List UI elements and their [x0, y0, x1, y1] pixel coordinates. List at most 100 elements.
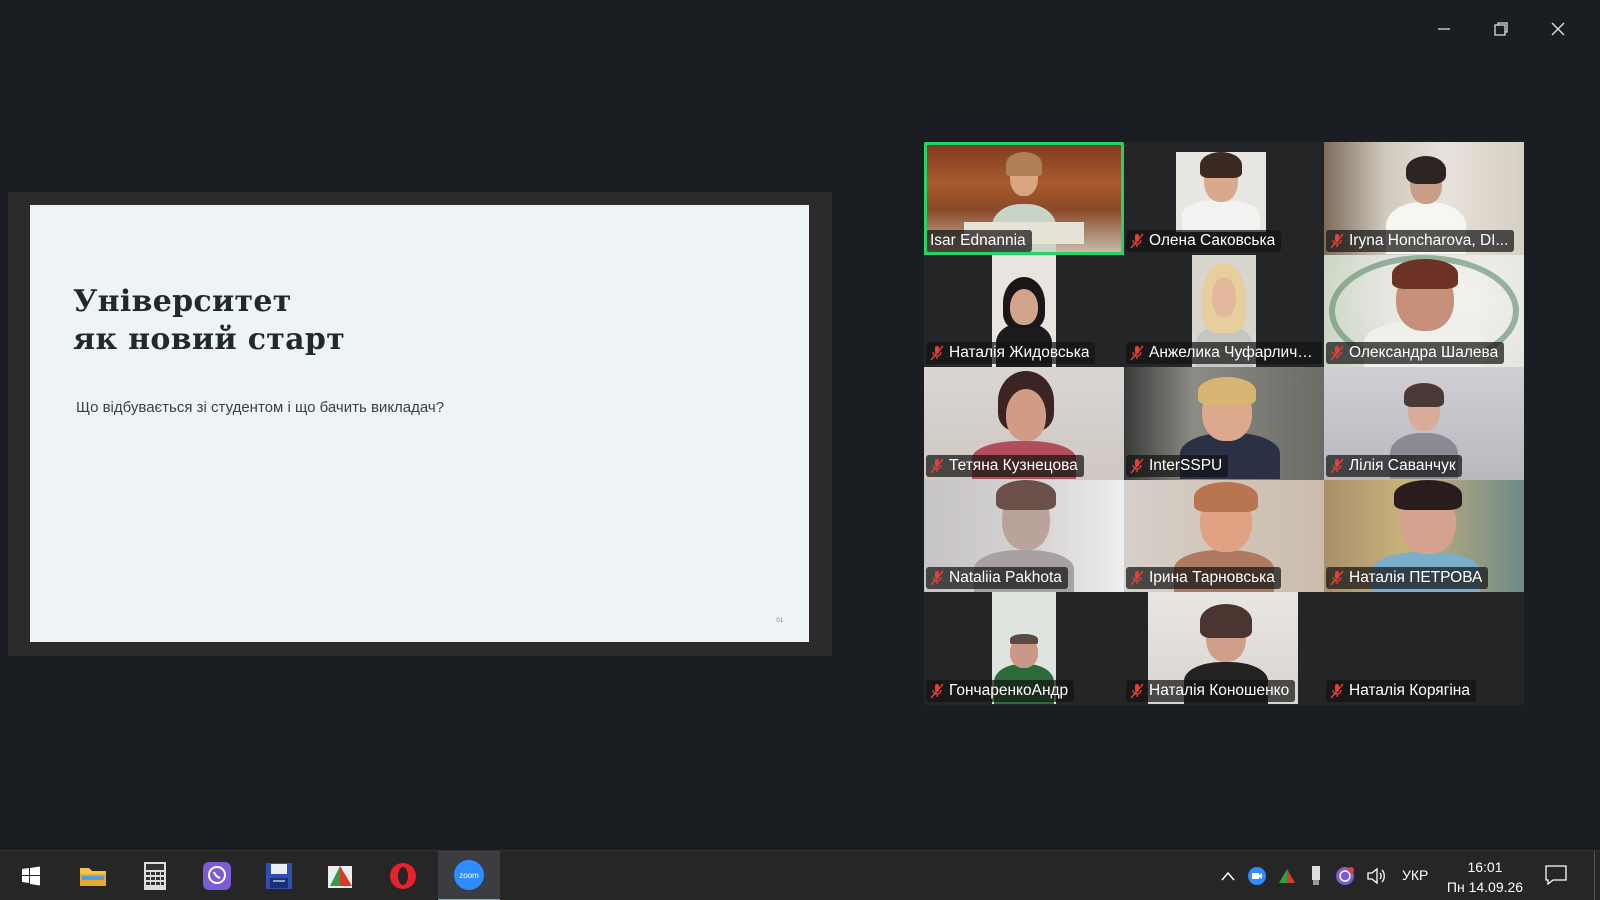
window-controls — [1415, 14, 1586, 44]
save-app-button[interactable] — [248, 851, 310, 900]
muted-mic-icon — [1130, 458, 1144, 474]
paint-app-icon — [328, 866, 352, 888]
slide-page-number: 01 — [776, 618, 783, 624]
participant-tile[interactable]: Nataliia Pakhota — [924, 479, 1124, 593]
restore-icon — [1493, 22, 1508, 36]
viber-icon — [203, 862, 231, 890]
minimize-button[interactable] — [1415, 14, 1472, 44]
notification-icon — [1545, 865, 1567, 886]
calculator-icon — [144, 862, 166, 890]
participant-tile[interactable]: Лілія Саванчук — [1324, 367, 1524, 480]
start-icon — [22, 866, 40, 886]
muted-mic-icon — [1330, 458, 1344, 474]
tray-expand-button[interactable] — [1218, 851, 1238, 900]
muted-mic-icon — [930, 458, 944, 474]
zoom-icon: zoom — [454, 860, 484, 890]
muted-mic-icon — [1130, 683, 1144, 699]
participant-name: Олександра Шалева — [1349, 344, 1499, 362]
shared-screen: Університет як новий старт Що відбуваєть… — [8, 192, 832, 656]
usb-drive-icon — [1312, 866, 1320, 885]
participant-tile[interactable]: Олена Саковська — [1124, 142, 1324, 255]
clock-date: Пн 14.09.26 — [1446, 879, 1524, 895]
clock-time: 16:01 — [1467, 859, 1503, 875]
close-button[interactable] — [1529, 14, 1586, 44]
participant-name: Nataliia Pakhota — [949, 569, 1062, 587]
paint-tray-icon — [1279, 869, 1295, 883]
participant-name: Наталія ПЕТРОВА — [1349, 569, 1483, 587]
tray-usb-button[interactable] — [1306, 851, 1326, 900]
participant-tile[interactable]: Наталія Корягіна — [1324, 592, 1524, 705]
participant-name: Наталія Корягіна — [1349, 681, 1470, 699]
presentation-slide: Університет як новий старт Що відбуваєть… — [30, 205, 809, 642]
notifications-button[interactable] — [1545, 865, 1567, 890]
slide-title: Університет як новий старт — [73, 284, 346, 357]
participant-tile[interactable]: Наталія Коношенко — [1124, 592, 1324, 705]
participant-name-chip: Ірина Тарновська — [1126, 567, 1281, 590]
participant-name-chip: Наталія Коношенко — [1126, 679, 1296, 702]
slide-subtitle: Що відбувається зі студентом і що бачить… — [76, 399, 445, 416]
participant-name: Наталія Коношенко — [1149, 681, 1290, 699]
taskbar: zoom УКР 16:01 Пн 14.09.26 — [0, 850, 1600, 900]
tray-viber-button[interactable] — [1334, 851, 1356, 900]
paint-app-button[interactable] — [310, 851, 372, 900]
participant-tile[interactable]: Анжелика Чуфарличе... — [1124, 254, 1324, 368]
participant-tile[interactable]: Олександра Шалева — [1324, 254, 1524, 368]
muted-mic-icon — [930, 345, 944, 361]
zoom-tray-icon — [1248, 867, 1266, 885]
minimize-icon — [1437, 28, 1450, 30]
participant-name-chip: Наталія Жидовська — [926, 342, 1096, 365]
language-indicator[interactable]: УКР — [1402, 867, 1428, 883]
participant-tile[interactable]: Ірина Тарновська — [1124, 479, 1324, 593]
tray-app-button[interactable] — [1276, 851, 1298, 900]
participant-name: Iryna Honcharova, DI... — [1349, 231, 1509, 249]
participant-tile[interactable]: Тетяна Кузнецова — [924, 367, 1124, 480]
show-desktop-button[interactable] — [1594, 851, 1595, 900]
participant-name-chip: Isar Ednannia — [926, 229, 1032, 252]
participant-tile[interactable]: Isar Ednannia — [924, 142, 1124, 255]
participant-tile[interactable]: InterSSPU — [1124, 367, 1324, 480]
file-explorer-button[interactable] — [62, 851, 124, 900]
participant-tile[interactable]: Iryna Honcharova, DI... — [1324, 142, 1524, 255]
participant-name-chip: Наталія Корягіна — [1326, 679, 1476, 702]
muted-mic-icon — [1330, 345, 1344, 361]
participant-name: Олена Саковська — [1149, 231, 1276, 249]
participant-name-chip: InterSSPU — [1126, 454, 1229, 477]
participant-name-chip: Тетяна Кузнецова — [926, 454, 1084, 477]
restore-button[interactable] — [1472, 14, 1529, 44]
opera-icon — [390, 863, 416, 889]
speaker-icon — [1367, 867, 1385, 885]
svg-text:zoom: zoom — [459, 871, 479, 880]
participant-name-chip: ГончаренкоАндр — [926, 679, 1075, 702]
participant-name: Наталія Жидовська — [949, 344, 1090, 362]
participant-name-chip: Наталія ПЕТРОВА — [1326, 567, 1489, 590]
participant-tile[interactable]: Наталія ПЕТРОВА — [1324, 479, 1524, 593]
participant-name-chip: Анжелика Чуфарличе... — [1126, 342, 1322, 365]
participant-name-chip: Олена Саковська — [1126, 229, 1282, 252]
muted-mic-icon — [1330, 233, 1344, 249]
participant-name: Тетяна Кузнецова — [949, 456, 1078, 474]
muted-mic-icon — [1130, 345, 1144, 361]
participant-tile[interactable]: Наталія Жидовська — [924, 254, 1124, 368]
opera-button[interactable] — [372, 851, 434, 900]
clock[interactable]: 16:01 Пн 14.09.26 — [1440, 857, 1530, 897]
muted-mic-icon — [930, 570, 944, 586]
participant-gallery: Isar Ednannia Олена Саковська Iryna Honc… — [924, 142, 1524, 705]
muted-mic-icon — [1130, 233, 1144, 249]
participant-name-chip: Iryna Honcharova, DI... — [1326, 229, 1515, 252]
save-disk-icon — [266, 863, 292, 889]
muted-mic-icon — [1330, 570, 1344, 586]
participant-name-chip: Лілія Саванчук — [1326, 454, 1462, 477]
muted-mic-icon — [1130, 570, 1144, 586]
participant-tile[interactable]: ГончаренкоАндр — [924, 592, 1124, 705]
zoom-button[interactable]: zoom — [438, 851, 500, 900]
volume-button[interactable] — [1364, 851, 1388, 900]
participant-name: ГончаренкоАндр — [949, 681, 1069, 699]
viber-button[interactable] — [186, 851, 248, 900]
participant-name: Ірина Тарновська — [1149, 569, 1275, 587]
tray-zoom-button[interactable] — [1246, 851, 1268, 900]
chevron-up-icon — [1221, 871, 1235, 881]
calculator-button[interactable] — [124, 851, 186, 900]
start-button[interactable] — [0, 851, 62, 900]
viber-tray-icon — [1336, 867, 1354, 885]
muted-mic-icon — [1330, 683, 1344, 699]
